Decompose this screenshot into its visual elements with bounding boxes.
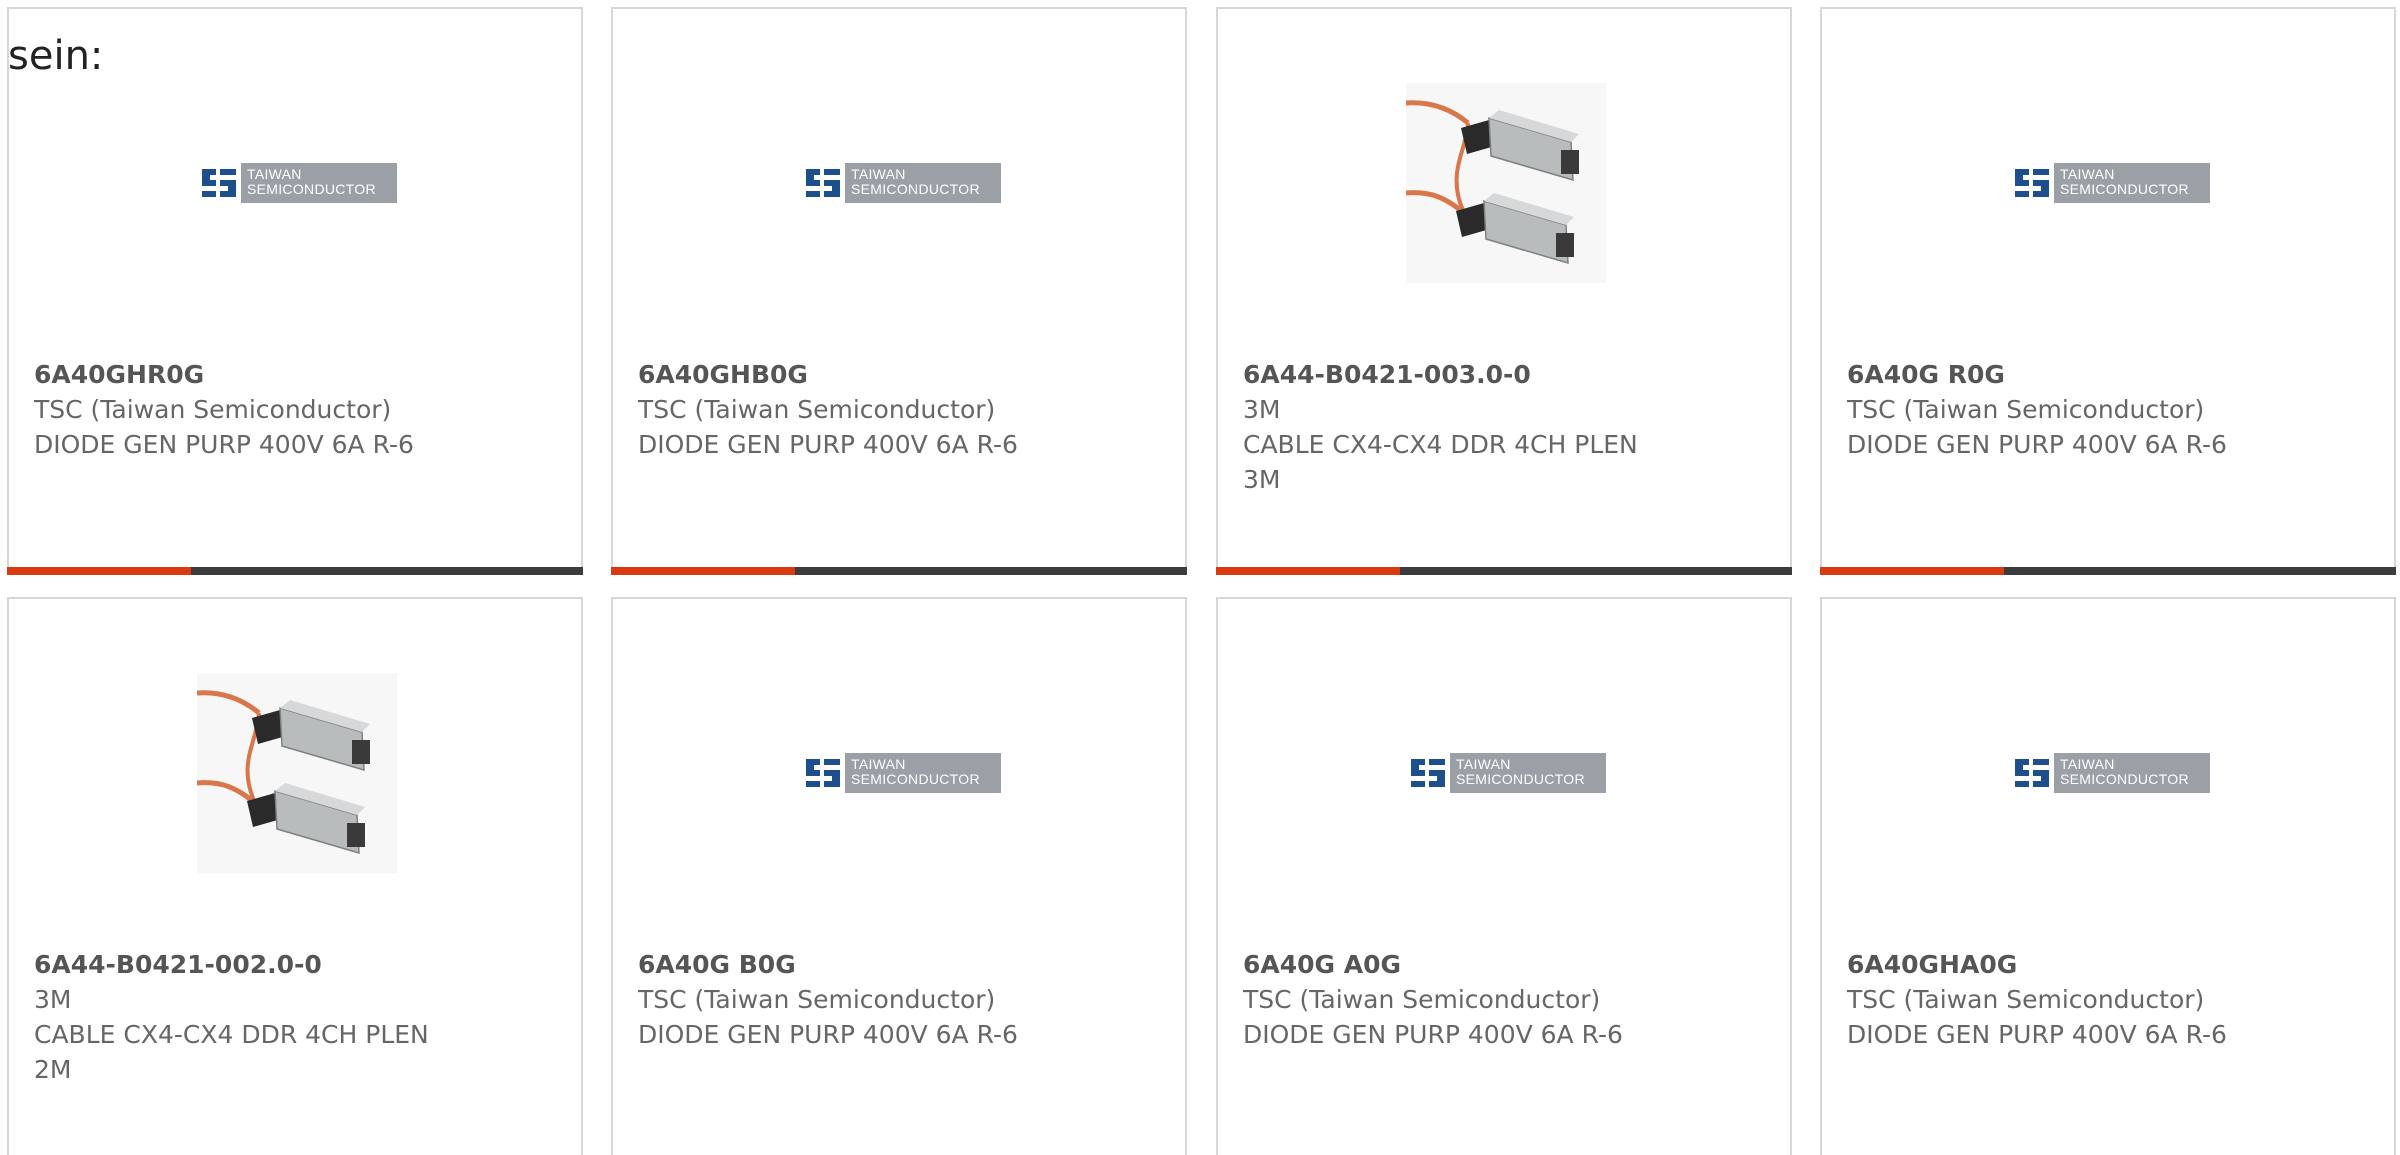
intro-text: sein: <box>8 33 104 79</box>
product-image[interactable]: TAIWAN SEMICONDUCTOR <box>799 671 1003 875</box>
product-card[interactable]: TAIWAN SEMICONDUCTOR 6A40G B0G TSC (Taiwan … <box>611 597 1187 1155</box>
tsc-logo: TAIWAN SEMICONDUCTOR <box>801 163 1001 203</box>
product-image[interactable]: TAIWAN SEMICONDUCTOR <box>1404 671 1608 875</box>
manufacturer-name: TSC (Taiwan Semiconductor) <box>1847 395 2205 424</box>
tsc-logo-line2: SEMICONDUCTOR <box>851 181 980 197</box>
cable-product-image <box>1406 83 1606 283</box>
card-bottom-bar <box>1820 567 2396 575</box>
manufacturer-name: TSC (Taiwan Semiconductor) <box>1243 985 1601 1014</box>
manufacturer-name: TSC (Taiwan Semiconductor) <box>1847 985 2205 1014</box>
tsc-logo-line2: SEMICONDUCTOR <box>247 181 376 197</box>
tsc-logo-line2: SEMICONDUCTOR <box>851 771 980 787</box>
card-bottom-bar-accent <box>1216 567 1400 575</box>
tsc-logo-mark-icon <box>801 163 845 203</box>
tsc-logo: TAIWAN SEMICONDUCTOR <box>1406 753 1606 793</box>
product-image[interactable]: TAIWAN SEMICONDUCTOR <box>2008 671 2212 875</box>
tsc-logo-mark-icon <box>197 163 241 203</box>
card-bottom-bar <box>1216 567 1792 575</box>
tsc-logo-text: TAIWAN SEMICONDUCTOR <box>2054 753 2210 793</box>
tsc-logo-line1: TAIWAN <box>1456 756 1511 772</box>
card-bottom-bar <box>7 567 583 575</box>
product-card[interactable]: TAIWAN SEMICONDUCTOR 6A40G A0G TSC (Taiwan … <box>1216 597 1792 1155</box>
card-bottom-bar-accent <box>7 567 191 575</box>
product-info: 6A40GHB0G TSC (Taiwan Semiconductor) DIODE… <box>638 357 1158 462</box>
product-description: DIODE GEN PURP 400V 6A R-6 <box>1847 1020 2227 1049</box>
tsc-logo: TAIWAN SEMICONDUCTOR <box>2010 753 2210 793</box>
tsc-logo-line1: TAIWAN <box>2060 166 2115 182</box>
tsc-logo-text: TAIWAN SEMICONDUCTOR <box>241 163 397 203</box>
product-grid-page: sein: TAIWAN SEMICONDUCTOR 6A40GHR0G TSC (T… <box>0 0 2400 1155</box>
product-description-line2: 3M <box>1243 465 1281 494</box>
product-info: 6A40G A0G TSC (Taiwan Semiconductor) DIODE… <box>1243 947 1763 1052</box>
product-description: DIODE GEN PURP 400V 6A R-6 <box>1243 1020 1623 1049</box>
product-info: 6A44-B0421-002.0-0 3M CABLE CX4-CX4 DDR 4C… <box>34 947 554 1087</box>
tsc-logo-text: TAIWAN SEMICONDUCTOR <box>845 163 1001 203</box>
product-card[interactable]: 6A44-B0421-002.0-0 3M CABLE CX4-CX4 DDR 4C… <box>7 597 583 1155</box>
tsc-logo: TAIWAN SEMICONDUCTOR <box>197 163 397 203</box>
manufacturer-name: 3M <box>34 985 72 1014</box>
part-number-link[interactable]: 6A40G A0G <box>1243 947 1763 982</box>
tsc-logo-line1: TAIWAN <box>851 756 906 772</box>
card-bottom-bar <box>611 567 1187 575</box>
product-info: 6A40G B0G TSC (Taiwan Semiconductor) DIODE… <box>638 947 1158 1052</box>
tsc-logo-line2: SEMICONDUCTOR <box>1456 771 1585 787</box>
part-number-link[interactable]: 6A40GHR0G <box>34 357 554 392</box>
part-number-link[interactable]: 6A44-B0421-002.0-0 <box>34 947 554 982</box>
product-image[interactable]: TAIWAN SEMICONDUCTOR <box>195 81 399 285</box>
tsc-logo-line2: SEMICONDUCTOR <box>2060 771 2189 787</box>
product-card[interactable]: TAIWAN SEMICONDUCTOR 6A40GHB0G TSC (Taiwan … <box>611 7 1187 575</box>
product-info: 6A40GHR0G TSC (Taiwan Semiconductor) DIODE… <box>34 357 554 462</box>
tsc-logo-text: TAIWAN SEMICONDUCTOR <box>1450 753 1606 793</box>
product-description-line2: 2M <box>34 1055 72 1084</box>
product-image[interactable] <box>1404 81 1608 285</box>
card-bottom-bar-accent <box>611 567 795 575</box>
tsc-logo-mark-icon <box>1406 753 1450 793</box>
product-description: DIODE GEN PURP 400V 6A R-6 <box>1847 430 2227 459</box>
tsc-logo-text: TAIWAN SEMICONDUCTOR <box>845 753 1001 793</box>
product-description: CABLE CX4-CX4 DDR 4CH PLEN <box>34 1020 429 1049</box>
tsc-logo-line1: TAIWAN <box>247 166 302 182</box>
product-description: CABLE CX4-CX4 DDR 4CH PLEN <box>1243 430 1638 459</box>
product-image[interactable] <box>195 671 399 875</box>
product-info: 6A40G R0G TSC (Taiwan Semiconductor) DIODE… <box>1847 357 2367 462</box>
part-number-link[interactable]: 6A40GHA0G <box>1847 947 2367 982</box>
manufacturer-name: TSC (Taiwan Semiconductor) <box>638 395 996 424</box>
product-description: DIODE GEN PURP 400V 6A R-6 <box>638 1020 1018 1049</box>
product-card[interactable]: TAIWAN SEMICONDUCTOR 6A40GHR0G TSC (Taiwan … <box>7 7 583 575</box>
product-image[interactable]: TAIWAN SEMICONDUCTOR <box>799 81 1003 285</box>
tsc-logo-mark-icon <box>2010 753 2054 793</box>
product-description: DIODE GEN PURP 400V 6A R-6 <box>638 430 1018 459</box>
tsc-logo-line2: SEMICONDUCTOR <box>2060 181 2189 197</box>
tsc-logo: TAIWAN SEMICONDUCTOR <box>2010 163 2210 203</box>
product-description: DIODE GEN PURP 400V 6A R-6 <box>34 430 414 459</box>
part-number-link[interactable]: 6A40G B0G <box>638 947 1158 982</box>
tsc-logo-line1: TAIWAN <box>851 166 906 182</box>
tsc-logo: TAIWAN SEMICONDUCTOR <box>801 753 1001 793</box>
product-card[interactable]: TAIWAN SEMICONDUCTOR 6A40GHA0G TSC (Taiwan … <box>1820 597 2396 1155</box>
product-info: 6A40GHA0G TSC (Taiwan Semiconductor) DIODE… <box>1847 947 2367 1052</box>
tsc-logo-mark-icon <box>801 753 845 793</box>
product-card[interactable]: 6A44-B0421-003.0-0 3M CABLE CX4-CX4 DDR 4C… <box>1216 7 1792 575</box>
part-number-link[interactable]: 6A40GHB0G <box>638 357 1158 392</box>
product-card[interactable]: TAIWAN SEMICONDUCTOR 6A40G R0G TSC (Taiwan … <box>1820 7 2396 575</box>
manufacturer-name: 3M <box>1243 395 1281 424</box>
manufacturer-name: TSC (Taiwan Semiconductor) <box>638 985 996 1014</box>
tsc-logo-text: TAIWAN SEMICONDUCTOR <box>2054 163 2210 203</box>
product-image[interactable]: TAIWAN SEMICONDUCTOR <box>2008 81 2212 285</box>
card-bottom-bar-accent <box>1820 567 2004 575</box>
part-number-link[interactable]: 6A44-B0421-003.0-0 <box>1243 357 1763 392</box>
tsc-logo-mark-icon <box>2010 163 2054 203</box>
tsc-logo-line1: TAIWAN <box>2060 756 2115 772</box>
part-number-link[interactable]: 6A40G R0G <box>1847 357 2367 392</box>
manufacturer-name: TSC (Taiwan Semiconductor) <box>34 395 392 424</box>
cable-product-image <box>197 673 397 873</box>
product-info: 6A44-B0421-003.0-0 3M CABLE CX4-CX4 DDR 4C… <box>1243 357 1763 497</box>
